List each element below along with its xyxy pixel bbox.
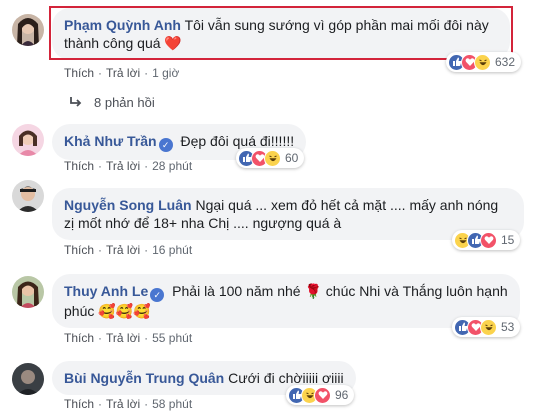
reaction-summary[interactable]: 60 bbox=[236, 148, 305, 168]
reaction-summary[interactable]: 96 bbox=[286, 385, 355, 405]
avatar[interactable] bbox=[12, 14, 44, 46]
comment-4: Thuy Anh Le ✓ Phải là 100 năm nhé 🌹 chúc … bbox=[0, 270, 552, 350]
reply-arrow-icon bbox=[70, 96, 82, 110]
comment-actions: Thích · Trả lời · 28 phút bbox=[64, 159, 192, 173]
verified-check-icon: ✓ bbox=[150, 288, 165, 302]
haha-reaction-icon bbox=[264, 149, 281, 167]
commenter-name[interactable]: Bùi Nguyễn Trung Quân bbox=[64, 370, 224, 386]
love-reaction-icon bbox=[314, 386, 331, 404]
separator: · bbox=[98, 397, 103, 411]
separator: · bbox=[144, 243, 149, 257]
commenter-name[interactable]: Nguyễn Song Luân bbox=[64, 197, 192, 213]
reaction-count: 60 bbox=[285, 151, 299, 165]
comment-text: Cưới đi chờiiiii ơiiii bbox=[228, 370, 344, 386]
commenter-name[interactable]: Thuy Anh Le bbox=[64, 283, 148, 299]
comment-bubble: Thuy Anh Le ✓ Phải là 100 năm nhé 🌹 chúc … bbox=[52, 274, 520, 328]
commenter-name[interactable]: Khả Như Trần bbox=[64, 133, 157, 149]
timestamp[interactable]: 58 phút bbox=[152, 397, 192, 411]
haha-reaction-icon bbox=[474, 53, 491, 71]
highlight-box bbox=[49, 6, 513, 60]
love-reaction-icon bbox=[480, 231, 497, 249]
reaction-count: 15 bbox=[501, 233, 515, 247]
reply-link[interactable]: Trả lời bbox=[106, 159, 140, 173]
like-link[interactable]: Thích bbox=[64, 243, 94, 257]
comment-2: Khả Như Trần ✓ Đẹp đôi quá đi!!!!!! Thích… bbox=[0, 112, 552, 182]
reaction-count: 632 bbox=[495, 55, 516, 69]
comment-actions: Thích · Trả lời · 58 phút bbox=[64, 397, 192, 411]
replies-count-label[interactable]: 8 phản hồi bbox=[94, 95, 155, 110]
comment-1: Phạm Quỳnh Anh Tôi vẫn sung sướng vì góp… bbox=[0, 0, 552, 90]
comment-actions: Thích · Trả lời · 55 phút bbox=[64, 331, 192, 345]
timestamp[interactable]: 16 phút bbox=[152, 243, 192, 257]
comment-actions: Thích · Trả lời · 1 giờ bbox=[64, 66, 179, 80]
comment-3: Nguyễn Song Luân Ngại quá ... xem đỏ hết… bbox=[0, 180, 552, 265]
like-link[interactable]: Thích bbox=[64, 331, 94, 345]
separator: · bbox=[144, 66, 149, 80]
reply-link[interactable]: Trả lời bbox=[106, 243, 140, 257]
avatar[interactable] bbox=[12, 124, 44, 156]
separator: · bbox=[98, 243, 103, 257]
view-replies-link[interactable]: 8 phản hồi bbox=[70, 95, 155, 110]
verified-check-icon: ✓ bbox=[158, 138, 173, 152]
reaction-summary[interactable]: 53 bbox=[452, 317, 521, 337]
reaction-count: 53 bbox=[501, 320, 515, 334]
comment-text: Đẹp đôi quá đi!!!!!! bbox=[180, 133, 295, 149]
like-link[interactable]: Thích bbox=[64, 159, 94, 173]
timestamp[interactable]: 55 phút bbox=[152, 331, 192, 345]
like-link[interactable]: Thích bbox=[64, 397, 94, 411]
avatar[interactable] bbox=[12, 363, 44, 395]
avatar[interactable] bbox=[12, 180, 44, 212]
reaction-count: 96 bbox=[335, 388, 349, 402]
reply-link[interactable]: Trả lời bbox=[106, 331, 140, 345]
comment-bubble: Nguyễn Song Luân Ngại quá ... xem đỏ hết… bbox=[52, 188, 524, 240]
comment-5: Bùi Nguyễn Trung Quân Cưới đi chờiiiii ơ… bbox=[0, 355, 552, 419]
separator: · bbox=[144, 397, 149, 411]
reply-link[interactable]: Trả lời bbox=[106, 397, 140, 411]
timestamp[interactable]: 1 giờ bbox=[152, 66, 179, 80]
reaction-summary[interactable]: 632 bbox=[446, 52, 522, 72]
like-link[interactable]: Thích bbox=[64, 66, 94, 80]
separator: · bbox=[144, 331, 149, 345]
reply-link[interactable]: Trả lời bbox=[106, 66, 140, 80]
comment-actions: Thích · Trả lời · 16 phút bbox=[64, 243, 192, 257]
haha-reaction-icon bbox=[480, 318, 497, 336]
separator: · bbox=[98, 331, 103, 345]
avatar[interactable] bbox=[12, 276, 44, 308]
separator: · bbox=[98, 159, 103, 173]
timestamp[interactable]: 28 phút bbox=[152, 159, 192, 173]
separator: · bbox=[98, 66, 103, 80]
separator: · bbox=[144, 159, 149, 173]
reaction-summary[interactable]: 15 bbox=[452, 230, 521, 250]
